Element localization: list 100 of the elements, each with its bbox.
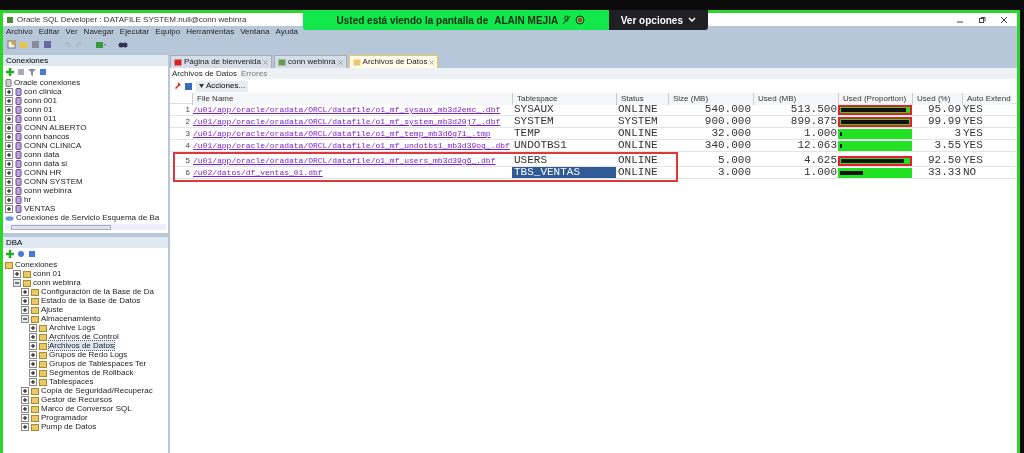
expand-icon[interactable] xyxy=(5,177,13,186)
file-link[interactable]: /u01/app/oracle/oradata/ORCL/datafile/o1_mf_undotbs1_mb3d39og_.dbf xyxy=(193,141,510,150)
expand-icon[interactable] xyxy=(29,332,37,341)
new-file-icon[interactable] xyxy=(7,39,16,49)
expand-icon[interactable] xyxy=(21,386,29,395)
tree-item[interactable]: Archivos de Datos xyxy=(49,341,114,350)
column-header[interactable]: File Name xyxy=(192,93,512,105)
menu-item[interactable]: Archivo xyxy=(6,25,33,38)
file-link[interactable]: /u01/app/oracle/oradata/ORCL/datafile/o1_mf_temp_mb3d6g71_.tmp xyxy=(193,129,491,138)
expand-icon[interactable] xyxy=(5,105,13,114)
expand-icon[interactable] xyxy=(29,341,37,350)
expand-icon[interactable] xyxy=(5,87,13,96)
tree-item[interactable]: conn 01 xyxy=(33,269,62,278)
expand-icon[interactable] xyxy=(29,350,37,359)
tree-item[interactable]: Archivos de Control xyxy=(49,332,119,341)
tree-item[interactable]: Programador xyxy=(41,413,88,422)
collapse-icon[interactable] xyxy=(21,314,29,323)
column-header[interactable]: Status xyxy=(616,93,668,105)
collapse-icon[interactable] xyxy=(13,278,21,287)
tree-item[interactable]: Tablespaces xyxy=(49,377,94,386)
sub-tab[interactable]: Errores xyxy=(238,68,270,79)
tree-item[interactable]: con clinica xyxy=(24,87,62,96)
tree-item[interactable]: conn 011 xyxy=(24,114,57,123)
tree-item[interactable]: conn webinra xyxy=(33,278,81,287)
view-options-button[interactable]: Ver opciones xyxy=(608,10,708,30)
expand-icon[interactable] xyxy=(29,377,37,386)
file-link[interactable]: /u01/app/oracle/oradata/ORCL/datafile/o1_mf_sysaux_mb3d2emc_.dbf xyxy=(193,105,501,114)
expand-icon[interactable] xyxy=(21,305,29,314)
tree-item[interactable]: Pump de Datos xyxy=(41,422,97,431)
tree-item[interactable]: conn 01 xyxy=(24,105,53,114)
expand-icon[interactable] xyxy=(21,296,29,305)
filter-icon[interactable] xyxy=(28,68,36,76)
tree-item[interactable]: Conexiones de Servicio Esquema de Ba xyxy=(16,213,160,222)
sub-tab[interactable]: Archivos de Datos xyxy=(170,68,239,79)
tree-item[interactable]: Marco de Conversor SQL xyxy=(41,404,132,413)
menu-item[interactable]: Ventana xyxy=(240,25,270,38)
expand-icon[interactable] xyxy=(21,395,29,404)
close-icon[interactable] xyxy=(1000,15,1008,24)
file-link[interactable]: /u01/app/oracle/oradata/ORCL/datafile/o1_mf_system_mb3d20j7_.dbf xyxy=(193,117,501,126)
expand-icon[interactable] xyxy=(29,368,37,377)
expand-icon[interactable] xyxy=(5,204,13,213)
add-icon[interactable] xyxy=(6,250,14,258)
tree-item[interactable]: Grupos de Tablespaces Ter xyxy=(49,359,147,368)
expand-icon[interactable] xyxy=(5,195,13,204)
menu-item[interactable]: Ver xyxy=(65,25,78,38)
menu-item[interactable]: Equipo xyxy=(155,25,181,38)
menu-item[interactable]: Navegar xyxy=(83,25,114,38)
expand-icon[interactable] xyxy=(5,123,13,132)
tree-item[interactable]: Estado de la Base de Datos xyxy=(41,296,141,305)
expand-icon[interactable] xyxy=(21,422,29,431)
restore-icon[interactable] xyxy=(978,15,986,24)
expand-icon[interactable] xyxy=(5,186,13,195)
add-icon[interactable] xyxy=(6,68,14,76)
expand-icon[interactable] xyxy=(5,132,13,141)
tree-item[interactable]: CONN CLINICA xyxy=(24,141,82,150)
column-header[interactable]: Size (MB) xyxy=(668,93,753,105)
tree-item[interactable]: CONN SYSTEM xyxy=(24,177,83,186)
tree-item[interactable]: Grupos de Redo Logs xyxy=(49,350,128,359)
expand-icon[interactable] xyxy=(5,96,13,105)
pin-icon[interactable] xyxy=(173,82,181,90)
expand-icon[interactable] xyxy=(29,323,37,332)
expand-icon[interactable] xyxy=(5,114,13,123)
tree-item[interactable]: Segmentos de Rollback xyxy=(49,368,134,377)
document-tab[interactable]: Página de bienvenida xyxy=(170,55,272,68)
tree-item[interactable]: Configuración de la Base de Da xyxy=(41,287,154,296)
tree-item[interactable]: Ajuste xyxy=(41,305,64,314)
tree-item[interactable]: Oracle conexiones xyxy=(14,78,81,87)
tree-item[interactable]: CONN HR xyxy=(24,168,62,177)
tree-item[interactable]: hr xyxy=(24,195,32,204)
tree-item[interactable]: Almacenamiento xyxy=(41,314,101,323)
tree-item[interactable]: conn webinra xyxy=(24,186,72,195)
tree-item[interactable]: Conexiones xyxy=(15,260,58,269)
file-link[interactable]: /u01/app/oracle/oradata/ORCL/datafile/o1_mf_users_mb3d39g6_.dbf xyxy=(193,156,496,165)
tree-item[interactable]: CONN ALBERTO xyxy=(24,123,87,132)
tree-item[interactable]: conn 001 xyxy=(24,96,57,105)
menu-item[interactable]: Ayuda xyxy=(275,25,299,38)
document-tab[interactable]: Archivos de Datos xyxy=(348,55,439,68)
column-header[interactable]: Used (MB) xyxy=(753,93,838,105)
expand-icon[interactable] xyxy=(5,150,13,159)
document-tab[interactable]: conn webinra xyxy=(273,55,347,68)
file-link[interactable]: /u02/datos/df_ventas_01.dbf xyxy=(193,168,323,177)
tree-item[interactable]: VENTAS xyxy=(24,204,56,213)
tree-item[interactable]: Archive Logs xyxy=(49,323,96,332)
tree-item[interactable]: Gestor de Recursos xyxy=(41,395,113,404)
expand-icon[interactable] xyxy=(21,413,29,422)
menu-item[interactable]: Ejecutar xyxy=(119,25,150,38)
expand-icon[interactable] xyxy=(5,168,13,177)
expand-icon[interactable] xyxy=(21,404,29,413)
column-header[interactable]: Tablespace xyxy=(512,93,616,105)
tree-item[interactable]: conn data si xyxy=(24,159,68,168)
expand-icon[interactable] xyxy=(13,269,21,278)
menu-item[interactable]: Herramientas xyxy=(186,25,235,38)
column-header[interactable]: Used (%) xyxy=(912,93,962,105)
scrollbar-thumb[interactable] xyxy=(11,224,111,230)
column-header[interactable]: Used (Proportion) xyxy=(838,93,912,105)
expand-icon[interactable] xyxy=(5,159,13,168)
column-header[interactable]: Auto Extend xyxy=(962,93,1012,105)
actions-dropdown[interactable]: Acciones... xyxy=(196,80,249,92)
expand-icon[interactable] xyxy=(29,359,37,368)
expand-icon[interactable] xyxy=(5,141,13,150)
